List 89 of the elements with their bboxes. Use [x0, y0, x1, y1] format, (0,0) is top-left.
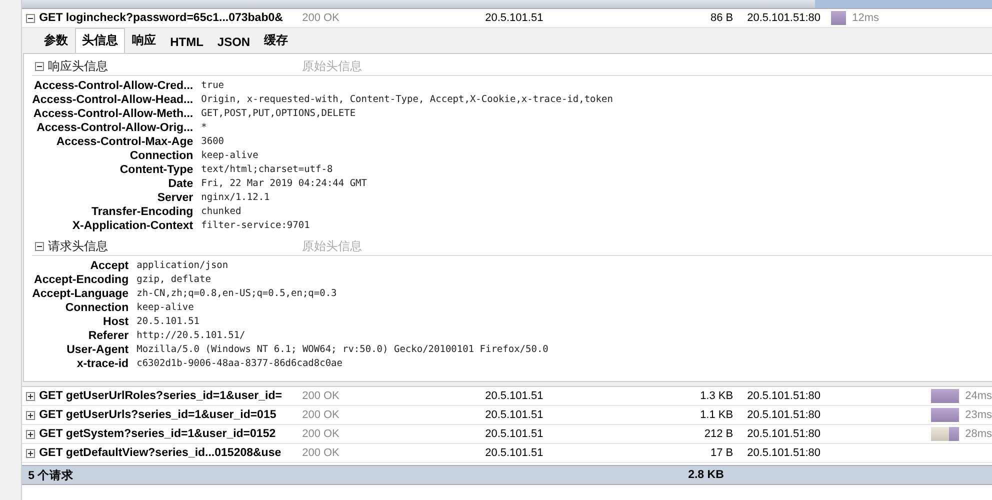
header-name: X-Application-Context [71, 219, 194, 233]
domain-text: 20.5.101.51 [485, 409, 544, 421]
request-count: 5 个请求 [27, 468, 75, 482]
header-value: nginx/1.12.1 [201, 191, 271, 205]
timeline-bar [931, 389, 960, 403]
size-text: 1.3 KB [699, 390, 734, 402]
expand-icon[interactable] [26, 448, 36, 458]
detail-tab[interactable]: JSON [210, 31, 258, 53]
domain-text: 20.5.101.51 [485, 447, 544, 459]
header-name: Access-Control-Max-Age [55, 135, 194, 149]
request-url[interactable]: GET logincheck?password=65c1...073bab0& [39, 12, 302, 24]
header-value: 20.5.101.51 [136, 315, 201, 329]
detail-tab[interactable]: 缓存 [257, 28, 296, 53]
status-text: 200 OK [302, 390, 340, 402]
header-name: Access-Control-Allow-Cred... [33, 79, 194, 93]
header-value: http://20.5.101.51/ [136, 329, 246, 343]
status-text: 200 OK [302, 409, 340, 421]
size-text: 212 B [703, 428, 734, 440]
timeline-bar [949, 427, 960, 441]
header-name: Host [102, 315, 129, 329]
detail-tab[interactable]: HTML [163, 31, 210, 53]
size-text: 86 B [709, 12, 734, 24]
header-value: true [201, 79, 226, 93]
header-name: Connection [64, 301, 129, 315]
domain-text: 20.5.101.51 [485, 390, 544, 402]
remote-ip-text: 20.5.101.51:80 [746, 409, 822, 421]
section-title: 响应头信息 [48, 58, 110, 74]
header-name: Server [156, 191, 194, 205]
section-title: 请求头信息 [48, 238, 110, 254]
header-name: Accept [89, 259, 129, 273]
header-value: * [201, 121, 208, 135]
header-name: x-trace-id [76, 357, 129, 371]
header-value: keep-alive [201, 149, 260, 163]
header-name: User-Agent [66, 343, 129, 357]
remote-ip-text: 20.5.101.51:80 [746, 447, 822, 459]
size-text: 17 B [709, 447, 734, 459]
request-url[interactable]: GET getDefaultView?series_id...015208&use [39, 447, 302, 459]
expand-icon[interactable] [26, 410, 36, 420]
timeline-bar [831, 11, 846, 25]
header-value: filter-service:9701 [201, 219, 311, 233]
header-name: Date [167, 177, 194, 191]
domain-text: 20.5.101.51 [485, 428, 544, 440]
header-name: Referer [87, 329, 129, 343]
detail-tab[interactable]: 头信息 [75, 28, 126, 53]
size-text: 1.1 KB [699, 409, 734, 421]
status-text: 200 OK [302, 12, 340, 24]
domain-text: 20.5.101.51 [485, 12, 544, 24]
header-value: c6302d1b-9006-48aa-8377-86d6cad8c0ae [136, 357, 344, 371]
header-value: chunked [201, 205, 242, 219]
remote-ip-text: 20.5.101.51:80 [746, 12, 822, 24]
expand-icon[interactable] [26, 430, 36, 438]
header-name: Transfer-Encoding [90, 205, 194, 219]
header-value: keep-alive [136, 301, 195, 315]
collapse-icon[interactable] [35, 242, 44, 250]
duration-text: 24ms [965, 390, 992, 402]
collapse-icon[interactable] [26, 14, 36, 22]
detail-tab[interactable]: 参数 [37, 28, 76, 53]
header-value: Origin, x-requested-with, Content-Type, Accept,X-Cookie,x-trace-id,token [201, 93, 614, 107]
duration-text: 23ms [965, 409, 992, 421]
header-value: Fri, 22 Mar 2019 04:24:44 GMT [201, 177, 368, 191]
header-name: Access-Control-Allow-Head... [32, 93, 194, 107]
request-url[interactable]: GET getSystem?series_id=1&user_id=0152 [39, 428, 302, 440]
header-name: Access-Control-Allow-Orig... [36, 121, 194, 135]
timeline-wait-bar [931, 427, 950, 441]
duration-text: 12ms [852, 12, 879, 24]
remote-ip-text: 20.5.101.51:80 [746, 390, 822, 402]
request-url[interactable]: GET getUserUrlRoles?series_id=1&user_id= [39, 390, 302, 402]
header-value: Mozilla/5.0 (Windows NT 6.1; WOW64; rv:50.0) Gecko/20100101 Firefox/50.0 [136, 343, 550, 357]
header-value: GET,POST,PUT,OPTIONS,DELETE [201, 107, 357, 121]
status-text: 200 OK [302, 428, 340, 440]
detail-tab[interactable]: 响应 [125, 28, 164, 53]
header-name: Connection [128, 149, 194, 163]
header-name: Accept-Language [32, 287, 129, 301]
duration-text: 28ms [965, 428, 992, 440]
header-name: Content-Type [118, 163, 194, 177]
status-text: 200 OK [302, 447, 340, 459]
collapse-icon[interactable] [35, 62, 44, 70]
header-value: zh-CN,zh;q=0.8,en-US;q=0.5,en;q=0.3 [136, 287, 338, 301]
header-name: Accept-Encoding [33, 273, 129, 287]
request-url[interactable]: GET getUserUrls?series_id=1&user_id=015 [39, 409, 302, 421]
remote-ip-text: 20.5.101.51:80 [746, 428, 822, 440]
header-value: 3600 [201, 135, 226, 149]
header-value: application/json [136, 259, 230, 273]
timeline-bar [931, 408, 960, 422]
header-name: Access-Control-Allow-Meth... [32, 107, 194, 121]
header-value: text/html;charset=utf-8 [201, 163, 334, 177]
header-value: gzip, deflate [136, 273, 212, 287]
expand-icon[interactable] [26, 392, 36, 400]
total-size: 2.8 KB [688, 469, 724, 481]
